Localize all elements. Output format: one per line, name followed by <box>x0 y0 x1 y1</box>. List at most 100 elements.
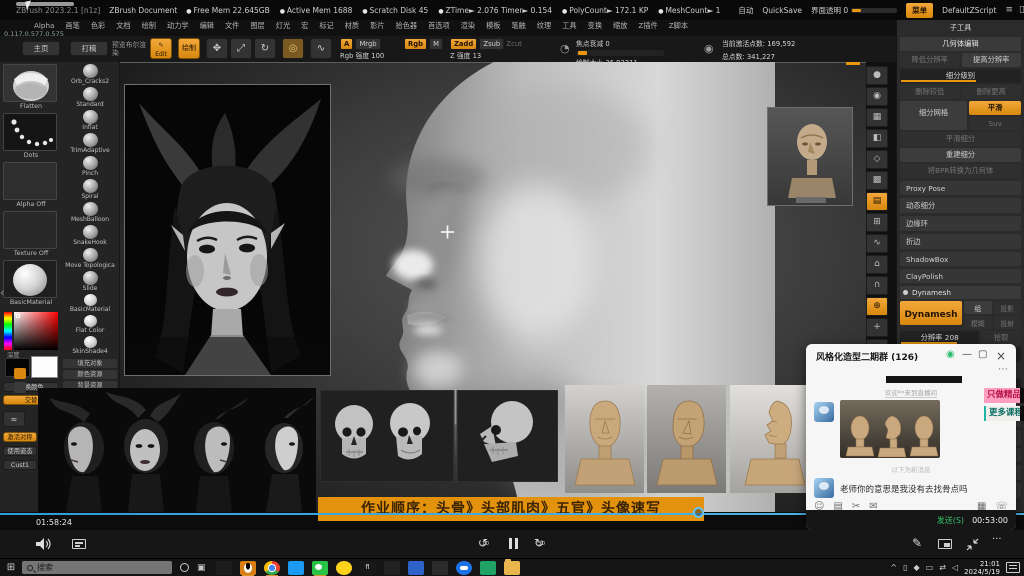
zcut-toggle[interactable]: Zcut <box>506 40 521 48</box>
smt-toggle[interactable]: 平滑 <box>969 101 1021 115</box>
action-center-icon[interactable] <box>1006 562 1020 573</box>
menu-item[interactable]: 灯光 <box>276 21 290 31</box>
tray-expand-icon[interactable]: ^ <box>890 563 897 572</box>
material-preview-icon[interactable]: ◉ <box>866 87 888 106</box>
subsection-bar[interactable]: 动态细分 <box>900 198 1021 213</box>
focal-shift-slider[interactable]: 焦点衰减 0 <box>576 38 696 56</box>
menu-item[interactable]: 图层 <box>250 21 264 31</box>
zsub-toggle[interactable]: Zsub <box>479 38 504 50</box>
seethrough-icon[interactable]: ⊕ <box>866 297 888 316</box>
higher-res-button[interactable]: 提高分辨率 <box>962 53 1022 67</box>
smooth-subdiv-button[interactable]: 平滑细分 <box>900 132 1021 146</box>
material-item[interactable]: BasicMaterial <box>62 294 118 315</box>
geometry-section-header[interactable]: 几何体编辑 <box>900 37 1021 51</box>
avatar[interactable] <box>814 402 834 422</box>
more-options-icon[interactable]: ··· <box>992 534 1002 545</box>
mrgb-toggle[interactable]: Mrgb <box>355 38 380 50</box>
panels-icon[interactable]: ◫ <box>1019 5 1024 15</box>
start-button[interactable]: ⊞ <box>0 562 22 573</box>
dynamesh-pick-button[interactable]: 拾取 <box>981 331 1021 345</box>
rotate-button[interactable]: ↻ <box>254 38 276 59</box>
alpha-slot[interactable]: Alpha Off <box>3 162 59 208</box>
current-brush-button[interactable]: ◎ <box>282 38 304 59</box>
cloud-preset-button[interactable]: ≈ <box>3 411 25 427</box>
menu-item[interactable]: 拾色器 <box>396 21 418 31</box>
chrome-icon[interactable] <box>264 561 280 575</box>
menu-item[interactable]: 动力学 <box>167 21 189 31</box>
convert-bpr-button[interactable]: 将BPR转换为几何体 <box>900 164 1021 178</box>
chat-bubble-app-icon[interactable] <box>456 561 472 575</box>
divide-button[interactable]: 细分网格 <box>900 101 967 130</box>
forward-30-button[interactable]: ↻30 <box>534 536 544 550</box>
move-button[interactable]: ✥ <box>206 38 228 59</box>
brush-item[interactable]: Spiral <box>62 179 118 202</box>
seek-handle[interactable] <box>693 507 704 518</box>
battery-icon[interactable]: ▯ <box>903 563 907 572</box>
brush-item[interactable]: SnakeHook <box>62 225 118 248</box>
pause-button[interactable] <box>509 538 519 549</box>
cust1-button[interactable]: Cust1 <box>3 460 37 470</box>
material-slot[interactable]: BasicMaterial <box>3 260 59 306</box>
left-edge-tool-icon-2[interactable] <box>14 382 26 393</box>
task-view-icon[interactable]: ▣ <box>197 563 206 573</box>
resource-button[interactable]: 填充对象 <box>63 359 117 368</box>
auto-toggle[interactable]: 自动 <box>738 5 753 16</box>
brush-item[interactable]: TrimAdaptive <box>62 133 118 156</box>
menu-item[interactable]: 画笔 <box>65 21 79 31</box>
menu-item[interactable]: 纹理 <box>537 21 551 31</box>
qq-icon[interactable] <box>240 561 256 575</box>
tab-home[interactable]: 主页 <box>22 41 60 56</box>
chat-image-message[interactable] <box>840 400 940 458</box>
blue-app-icon[interactable] <box>408 561 424 575</box>
brush-item[interactable]: Move Topologica <box>62 248 118 271</box>
menu-item[interactable]: 影片 <box>370 21 384 31</box>
menu-item[interactable]: 渲染 <box>461 21 475 31</box>
minimize-icon[interactable]: — <box>962 349 972 360</box>
maximize-icon[interactable]: ▢ <box>978 349 987 360</box>
perspective-icon[interactable]: ▤ <box>866 192 888 211</box>
rgb-toggle[interactable]: Rgb <box>404 38 427 50</box>
green-app-icon[interactable] <box>480 561 496 575</box>
danmaku-toggle-icon[interactable] <box>72 539 86 549</box>
resource-button[interactable]: 颜色资源 <box>63 370 117 379</box>
clock[interactable]: 21:01 2024/5/19 <box>964 560 1000 576</box>
dynamesh-group-toggle[interactable]: 组 <box>964 301 992 314</box>
texture-slot[interactable]: Texture Off <box>3 211 59 257</box>
brush-item[interactable]: Pinch <box>62 156 118 179</box>
menu-item[interactable]: 宏 <box>301 21 308 31</box>
menu-item[interactable]: 色彩 <box>91 21 105 31</box>
dynamesh-project-toggle[interactable]: 投射 <box>994 316 1022 329</box>
local-symmetry-icon[interactable]: ∿ <box>866 234 888 253</box>
brush-item[interactable]: Orb_Cracks2 <box>62 64 118 87</box>
material-item[interactable]: Flat Color <box>62 315 118 336</box>
search-input[interactable]: 搜索 <box>22 561 172 574</box>
lower-res-button[interactable]: 降低分辨率 <box>900 53 960 67</box>
activate-symmetry-button[interactable]: 激活对称 <box>3 432 37 442</box>
menu-item[interactable]: 文档 <box>116 21 130 31</box>
left-edge-tool-icon[interactable] <box>14 368 26 379</box>
panel-collapse-arrow[interactable]: ‹ <box>0 286 4 299</box>
volume-icon[interactable]: ◁ <box>952 563 958 572</box>
subsection-bar[interactable]: 折边 <box>900 234 1021 249</box>
zadd-toggle[interactable]: Zadd <box>450 38 477 50</box>
lock-icon[interactable]: ∩ <box>866 276 888 295</box>
menu-item[interactable]: 编辑 <box>200 21 214 31</box>
tab-draft[interactable]: 打稿 <box>70 41 108 56</box>
use-pose-button[interactable]: 使用姿态 <box>3 446 37 456</box>
menu-item[interactable]: 材质 <box>345 21 359 31</box>
hue-bar[interactable] <box>4 312 12 350</box>
brush-item[interactable]: MeshBalloon <box>62 202 118 225</box>
shaded-mode-icon[interactable]: ◧ <box>866 129 888 148</box>
app-netease-icon[interactable] <box>216 561 232 575</box>
stroke-slot[interactable]: Dots <box>3 113 59 159</box>
exit-fullscreen-icon[interactable] <box>966 538 979 551</box>
wechat-icon[interactable] <box>312 561 328 575</box>
floor-grid-icon[interactable]: ⊞ <box>866 213 888 232</box>
menus-grid-icon[interactable]: ≡ <box>1005 5 1013 15</box>
menu-item[interactable]: 标记 <box>319 21 333 31</box>
draw-button[interactable]: 绘制 <box>178 38 200 59</box>
color-picker[interactable] <box>14 312 58 350</box>
subsection-bar[interactable]: ShadowBox <box>900 252 1021 266</box>
menu-item[interactable]: 笔触 <box>511 21 525 31</box>
frame-icon[interactable]: ⌂ <box>866 255 888 274</box>
